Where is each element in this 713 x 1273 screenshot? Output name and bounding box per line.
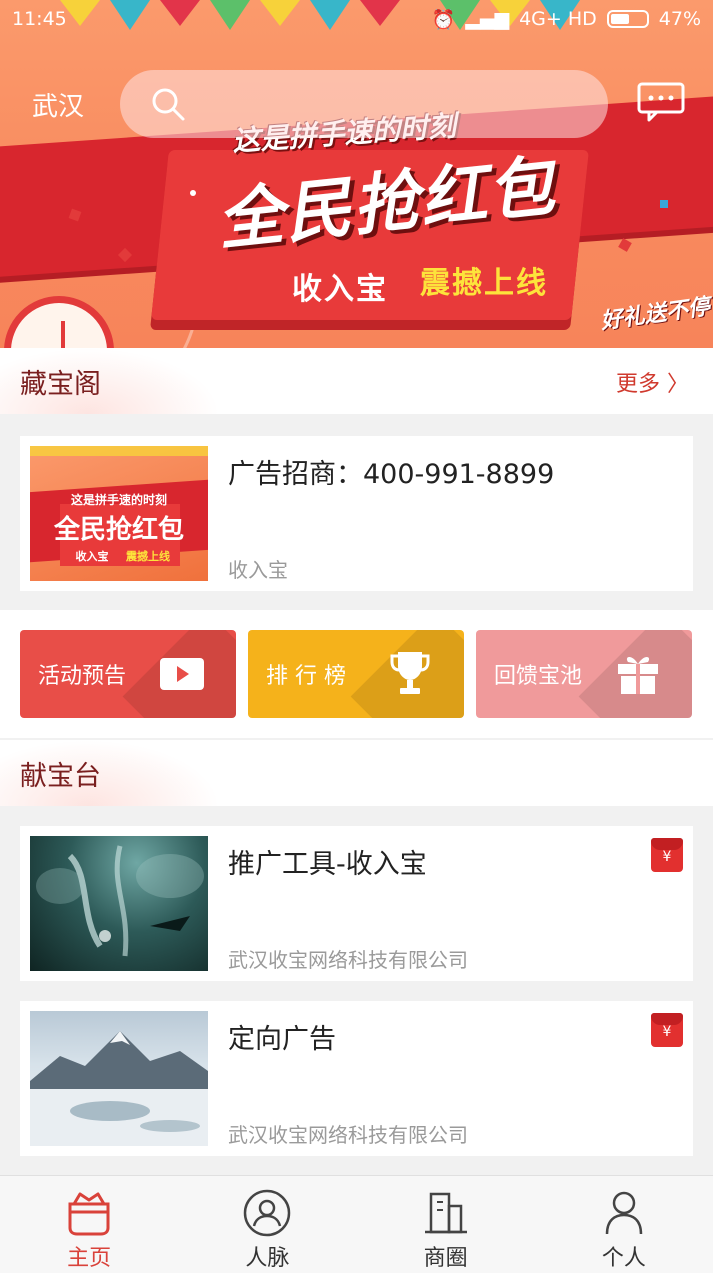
home-icon [68, 1192, 110, 1236]
banner-tag: 好礼送不停 [599, 294, 712, 335]
nav-profile[interactable]: 个人 [535, 1176, 713, 1273]
ad-subtitle: 收入宝 [228, 558, 288, 582]
buildings-icon [424, 1192, 467, 1234]
more-link[interactable]: 更多 〉 [616, 366, 689, 398]
thumb-subtitle: 这是拼手速的时刻 [71, 492, 167, 507]
ad-card[interactable]: 这是拼手速的时刻 全民抢红包 收入宝 震撼上线 广告招商：400-991-889… [20, 436, 693, 591]
message-icon[interactable] [637, 82, 685, 122]
status-indicators: ⏰ ▂▄▆ 4G+ HD 47% [432, 8, 701, 31]
red-packet-icon[interactable]: ¥ [651, 838, 683, 872]
ranking-label: 排 行 榜 [266, 664, 346, 689]
nav-business-label: 商圈 [423, 1246, 468, 1271]
status-bar: 11:45 ⏰ ▂▄▆ 4G+ HD 47% [0, 0, 713, 38]
nav-home-label: 主页 [67, 1246, 112, 1271]
nav-contacts-label: 人脉 [245, 1246, 290, 1271]
item-thumbnail [30, 1011, 208, 1146]
search-icon[interactable] [150, 86, 186, 122]
confetti [660, 200, 668, 208]
alarm-icon: ⏰ [431, 8, 456, 31]
offer-section-header: 献宝台 [0, 740, 713, 806]
nav-profile-label: 个人 [601, 1246, 646, 1271]
activity-preview-button[interactable]: 活动预告 [20, 630, 236, 718]
list-item[interactable]: 推广工具-收入宝 武汉收宝网络科技有限公司 ¥ [20, 826, 693, 981]
list-item[interactable]: 定向广告 武汉收宝网络科技有限公司 ¥ [20, 1001, 693, 1156]
action-buttons: 活动预告 排 行 榜 回馈宝池 [0, 610, 713, 738]
banner-product: 收入宝 [292, 272, 388, 307]
signal-icon: ▂▄▆ [465, 8, 510, 30]
nav-business[interactable]: 商圈 [357, 1176, 535, 1273]
section-title: 藏宝阁 [20, 369, 101, 400]
gift-icon [618, 657, 658, 694]
reward-pool-button[interactable]: 回馈宝池 [476, 630, 692, 718]
thumb-headline: 全民抢红包 [53, 514, 184, 545]
red-packet-icon[interactable]: ¥ [651, 1013, 683, 1047]
activity-preview-label: 活动预告 [38, 664, 127, 689]
item-thumbnail [30, 836, 208, 971]
more-label: 更多 [615, 372, 660, 397]
ad-thumbnail: 这是拼手速的时刻 全民抢红包 收入宝 震撼上线 [30, 446, 208, 581]
snow-mountain-photo [30, 1031, 208, 1146]
bottom-nav: 主页 人脉 商圈 个人 [0, 1175, 713, 1273]
chevron-right-icon: 〉 [666, 372, 689, 397]
battery-icon [606, 10, 649, 28]
play-icon [160, 658, 204, 690]
thumb-product: 收入宝 [76, 549, 109, 563]
banner-online-text: 震撼上线 [420, 266, 548, 301]
reward-pool-label: 回馈宝池 [494, 664, 583, 689]
network-label: 4G+ HD [519, 8, 597, 30]
item-title: 推广工具-收入宝 [228, 849, 427, 880]
treasure-section-header: 藏宝阁 更多 〉 [0, 348, 713, 414]
item-company: 武汉收宝网络科技有限公司 [228, 948, 468, 972]
section-title: 献宝台 [20, 761, 101, 792]
ranking-button[interactable]: 排 行 榜 [248, 630, 464, 718]
confetti [190, 190, 196, 196]
battery-level: 47% [658, 8, 701, 30]
promo-banner[interactable]: 11:45 ⏰ ▂▄▆ 4G+ HD 47% 这是拼手速的时刻 全民抢红包 收入… [0, 0, 713, 348]
nav-contacts[interactable]: 人脉 [178, 1176, 356, 1273]
status-time: 11:45 [12, 8, 67, 30]
contacts-icon [244, 1189, 291, 1237]
ad-title: 广告招商：400-991-8899 [228, 459, 555, 490]
thumb-online: 震撼上线 [125, 549, 170, 563]
city-selector[interactable]: 武汉 [32, 86, 84, 123]
nav-home[interactable]: 主页 [0, 1176, 178, 1273]
item-title: 定向广告 [228, 1024, 336, 1055]
confetti [618, 238, 632, 252]
trophy-icon [390, 652, 430, 694]
underwater-photo [36, 845, 204, 957]
item-company: 武汉收宝网络科技有限公司 [228, 1123, 468, 1147]
thumbnail-banner-graphic: 这是拼手速的时刻 全民抢红包 收入宝 震撼上线 [30, 446, 208, 566]
search-input[interactable] [120, 70, 608, 138]
person-icon [605, 1191, 643, 1235]
